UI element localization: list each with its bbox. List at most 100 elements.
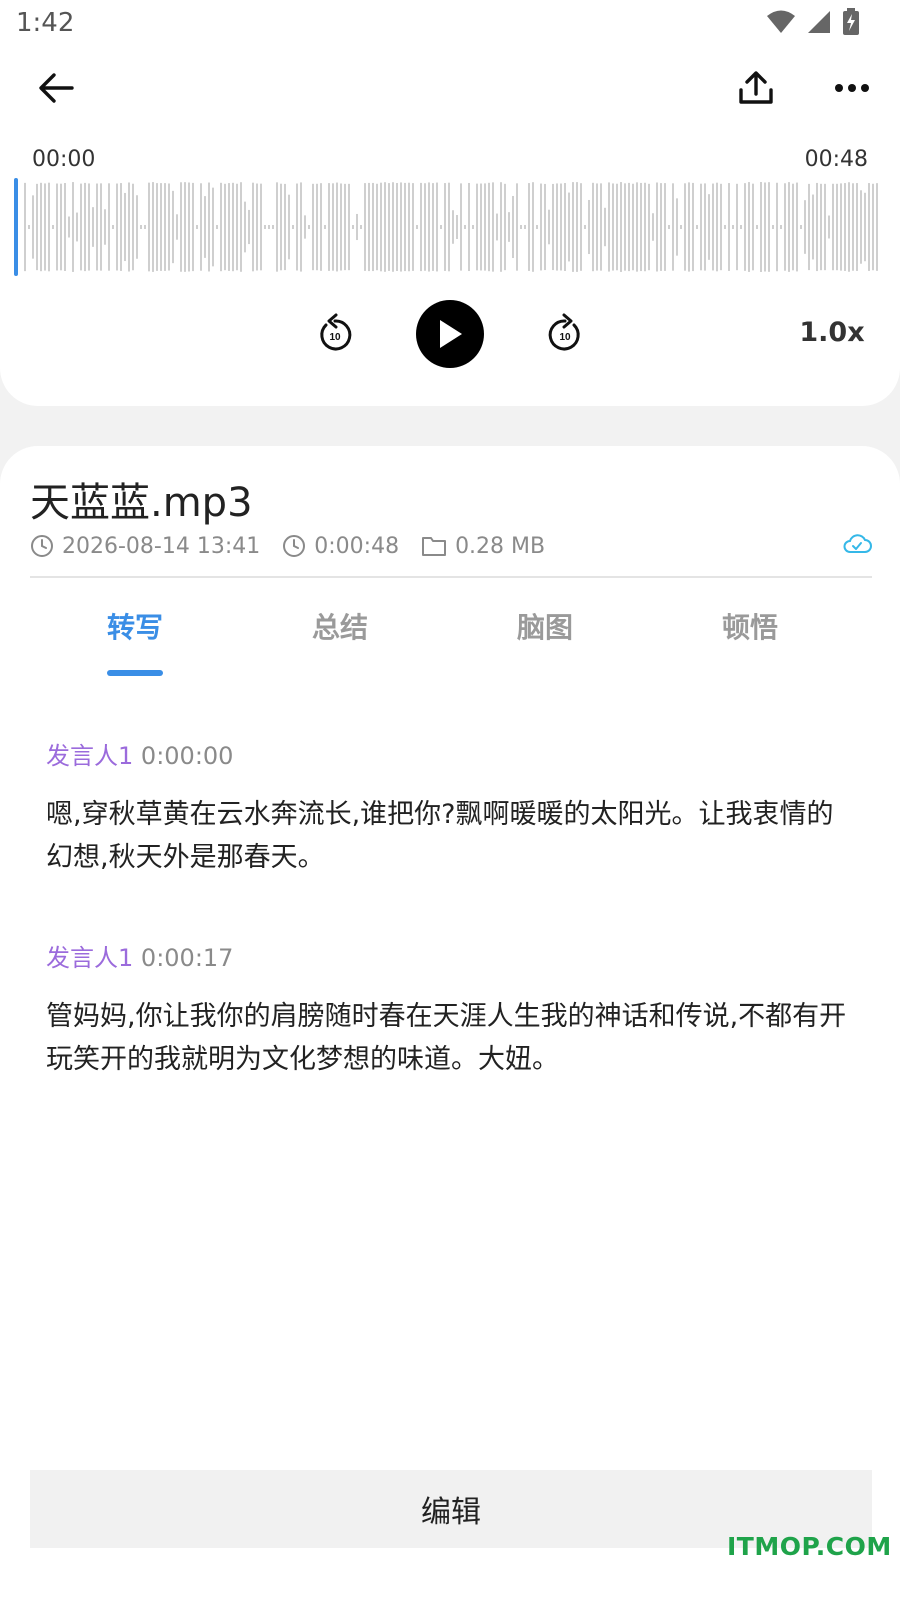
waveform-bar — [528, 183, 530, 271]
waveform-bar — [692, 182, 694, 272]
waveform-bar — [416, 225, 418, 229]
waveform-bar — [780, 225, 782, 229]
waveform-bar — [660, 183, 662, 271]
waveform-bar — [36, 183, 38, 271]
waveform-bar — [148, 182, 150, 272]
waveform-bar — [216, 225, 218, 229]
tab-transcript[interactable]: 转写 — [55, 602, 215, 672]
cloud-sync-icon[interactable] — [842, 532, 872, 554]
waveform-bar — [200, 183, 202, 271]
waveform-bar — [580, 183, 582, 271]
transcript-segment[interactable]: 发言人1 0:00:17 管妈妈,你让我你的肩膀随时春在天涯人生我的神话和传说,… — [46, 938, 856, 1081]
waveform-bar — [260, 183, 262, 271]
waveform-bar — [428, 182, 430, 272]
waveform-bar — [108, 183, 110, 271]
waveform-bar — [156, 183, 158, 271]
waveform-bar — [848, 182, 850, 272]
tab-mindmap[interactable]: 脑图 — [465, 602, 625, 672]
tab-summary[interactable]: 总结 — [260, 602, 420, 672]
waveform-bar — [44, 183, 46, 271]
waveform-bar — [508, 212, 510, 242]
waveform-bar — [88, 183, 90, 271]
share-button[interactable] — [728, 60, 784, 116]
waveform-bar — [732, 225, 734, 229]
waveform-bar — [472, 225, 474, 229]
waveform-bar — [376, 183, 378, 271]
waveform-bar — [52, 225, 54, 229]
waveform-bar — [572, 182, 574, 272]
waveform-bar — [168, 183, 170, 271]
waveform-bar — [460, 183, 462, 271]
meta-duration: 0:00:48 — [282, 534, 399, 559]
waveform-bar — [820, 183, 822, 271]
waveform-bar — [348, 183, 350, 271]
waveform-bar — [672, 183, 674, 271]
play-button[interactable] — [416, 300, 484, 368]
waveform-bar — [812, 194, 814, 260]
waveform-bar — [832, 183, 834, 271]
folder-icon — [422, 537, 447, 556]
waveform-bar — [172, 190, 174, 264]
waveform-bar — [696, 225, 698, 229]
waveform-bar — [564, 183, 566, 271]
waveform-bar — [524, 225, 526, 229]
tab-insight[interactable]: 顿悟 — [670, 602, 830, 672]
waveform-bar — [368, 182, 370, 272]
back-button[interactable] — [28, 60, 84, 116]
waveform-bar — [344, 183, 346, 271]
waveform-bar — [796, 182, 798, 272]
waveform-bar — [876, 183, 878, 271]
waveform-bar — [736, 183, 738, 271]
waveform-bar — [56, 183, 58, 271]
forward-button[interactable]: 10 — [542, 308, 588, 358]
waveform-bar — [872, 183, 874, 271]
rewind-button[interactable]: 10 — [312, 308, 358, 358]
waveform[interactable] — [14, 178, 884, 276]
waveform-bar — [860, 190, 862, 264]
waveform-bar — [648, 183, 650, 271]
waveform-bar — [480, 183, 482, 271]
waveform-bar — [852, 183, 854, 271]
waveform-bar — [232, 182, 234, 272]
arrow-left-icon — [39, 73, 74, 103]
meta-date: 2026-08-14 13:41 — [30, 534, 260, 559]
waveform-bar — [516, 183, 518, 271]
tab-bar: 转写 总结 脑图 顿悟 — [30, 602, 872, 682]
wifi-icon — [767, 10, 795, 33]
waveform-bar — [448, 182, 450, 272]
speed-button[interactable]: 1.0x — [799, 312, 864, 352]
waveform-bar — [828, 215, 830, 239]
waveform-bar — [196, 225, 198, 229]
waveform-bar — [292, 225, 294, 229]
waveform-bar — [652, 213, 654, 241]
meta-size-text: 0.28 MB — [455, 533, 546, 559]
waveform-bar — [128, 182, 130, 272]
waveform-bar — [436, 182, 438, 272]
waveform-bar — [28, 225, 30, 229]
waveform-bar — [24, 182, 26, 272]
waveform-bar — [548, 209, 550, 245]
player-card: 1:42 00:00 00:48 10 10 1.0x — [0, 0, 900, 406]
meta-date-text: 2026-08-14 13:41 — [62, 533, 261, 559]
clock-icon — [283, 535, 306, 557]
more-button[interactable] — [824, 60, 880, 116]
transcript-segment[interactable]: 发言人1 0:00:00 嗯,穿秋草黄在云水奔流长,谁把你?飘啊暖暖的太阳光。让… — [46, 736, 856, 879]
waveform-bar — [324, 225, 326, 229]
waveform-bar — [276, 182, 278, 272]
waveform-bar — [668, 225, 670, 229]
waveform-bar — [588, 199, 590, 255]
waveform-bar — [204, 196, 206, 258]
waveform-bar — [688, 182, 690, 272]
waveform-bar — [700, 183, 702, 271]
waveform-bar — [272, 225, 274, 229]
waveform-bar — [452, 210, 454, 244]
waveform-bar — [604, 207, 606, 247]
divider — [30, 576, 872, 578]
waveform-bar — [68, 216, 70, 238]
waveform-bar — [124, 192, 126, 262]
waveform-bar — [676, 198, 678, 256]
battery-charging-icon — [843, 8, 859, 35]
segment-text: 嗯,穿秋草黄在云水奔流长,谁把你?飘啊暖暖的太阳光。让我衷情的幻想,秋天外是那春… — [46, 799, 834, 873]
waveform-bar — [432, 183, 434, 271]
playhead[interactable] — [14, 178, 18, 276]
